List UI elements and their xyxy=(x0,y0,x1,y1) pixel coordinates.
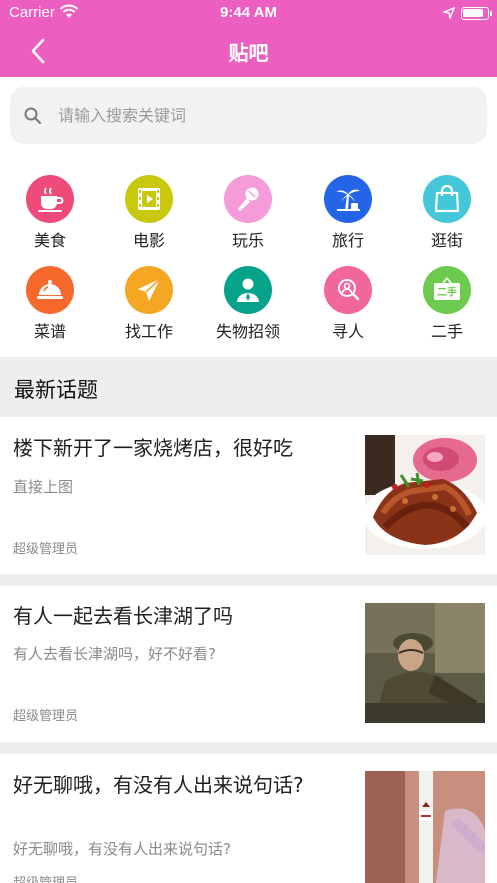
chevron-left-icon xyxy=(31,38,45,64)
post-title: 楼下新开了一家烧烤店，很好吃 xyxy=(13,436,293,460)
post-author: 超级管理员 xyxy=(13,872,78,883)
post-item[interactable]: 有人一起去看长津湖了吗 有人去看长津湖吗，好不好看? 超级管理员 xyxy=(0,586,497,742)
post-author: 超级管理员 xyxy=(13,542,79,557)
status-bar: Carrier 9:44 AM xyxy=(0,0,497,26)
secondhand-sign-text: 二手 xyxy=(437,286,457,299)
category-label: 二手 xyxy=(430,322,463,341)
list-separator xyxy=(0,742,497,754)
soldier-movie-still-photo xyxy=(365,603,485,723)
category-label: 失物招领 xyxy=(215,322,280,341)
category-label: 电影 xyxy=(132,231,165,250)
post-author: 超级管理员 xyxy=(13,709,79,724)
post-description: 好无聊哦，有没有人出来说句话? xyxy=(13,840,231,858)
category-label: 旅行 xyxy=(331,231,364,250)
film-icon xyxy=(125,175,173,223)
post-title: 有人一起去看长津湖了吗 xyxy=(13,604,233,628)
location-arrow-icon xyxy=(441,5,456,23)
paper-plane-icon xyxy=(125,266,173,314)
post-title: 好无聊哦，有没有人出来说句话? xyxy=(13,773,304,797)
search-icon xyxy=(23,106,43,130)
page-title: 贴吧 xyxy=(228,41,269,65)
post-item[interactable]: 好无聊哦，有没有人出来说句话? 好无聊哦，有没有人出来说句话? 超级管理员 xyxy=(0,754,497,883)
nav-header: Carrier 9:44 AM 贴吧 xyxy=(0,0,497,77)
category-movie[interactable]: 电影 xyxy=(99,175,199,255)
barbecue-skewers-photo xyxy=(365,435,485,555)
post-description: 直接上图 xyxy=(13,478,74,496)
palm-tree-icon xyxy=(324,175,372,223)
cigarette-photo xyxy=(365,771,485,883)
shopping-bag-icon xyxy=(423,175,471,223)
category-label: 找工作 xyxy=(124,322,173,341)
category-food[interactable]: 美食 xyxy=(0,175,100,255)
post-description: 有人去看长津湖吗，好不好看? xyxy=(13,645,216,663)
list-separator xyxy=(0,574,497,586)
category-play[interactable]: 玩乐 xyxy=(198,175,298,255)
category-label: 逛街 xyxy=(430,231,463,250)
category-second-hand[interactable]: 二手 二手 xyxy=(397,266,497,346)
post-item[interactable]: 楼下新开了一家烧烤店，很好吃 直接上图 超级管理员 xyxy=(0,417,497,574)
section-title: 最新话题 xyxy=(14,378,98,402)
search-input[interactable] xyxy=(58,97,468,133)
food-cloche-icon xyxy=(26,266,74,314)
category-lost-found[interactable]: 失物招领 xyxy=(198,266,298,346)
category-label: 菜谱 xyxy=(33,322,66,341)
battery-icon xyxy=(461,7,492,20)
back-button[interactable] xyxy=(26,36,52,66)
secondhand-sign-icon: 二手 xyxy=(423,266,471,314)
microphone-icon xyxy=(224,175,272,223)
category-travel[interactable]: 旅行 xyxy=(298,175,398,255)
category-jobs[interactable]: 找工作 xyxy=(99,266,199,346)
category-find-person[interactable]: 寻人 xyxy=(298,266,398,346)
search-bar[interactable] xyxy=(10,87,487,144)
status-time: 9:44 AM xyxy=(220,4,277,21)
coffee-cup-icon xyxy=(26,175,74,223)
category-label: 玩乐 xyxy=(231,231,264,250)
category-recipe[interactable]: 菜谱 xyxy=(0,266,100,346)
category-label: 寻人 xyxy=(331,322,364,341)
person-icon xyxy=(224,266,272,314)
search-person-icon xyxy=(324,266,372,314)
category-shopping[interactable]: 逛街 xyxy=(397,175,497,255)
category-label: 美食 xyxy=(33,231,66,250)
